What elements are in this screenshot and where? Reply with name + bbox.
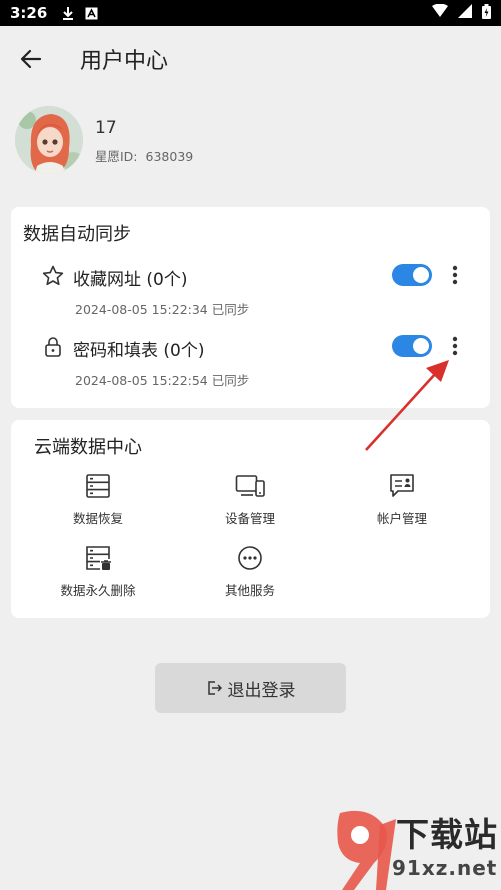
signal-icon — [458, 4, 472, 22]
app-notification-icon — [85, 7, 98, 20]
passwords-more-button[interactable] — [447, 334, 463, 358]
lock-icon — [45, 337, 61, 357]
download-icon — [61, 6, 75, 20]
sync-item-time: 2024-08-05 15:22:54 已同步 — [75, 373, 250, 388]
app-header: 用户中心 — [0, 26, 501, 90]
server-restore-icon — [86, 474, 110, 498]
account-card-icon — [390, 474, 414, 497]
cloud-card: 云端数据中心 数据恢复 设备管理 帐户管理 数据永久删除 其他服务 — [11, 420, 490, 618]
more-vertical-icon — [452, 336, 458, 356]
sync-item-label: 收藏网址 (0个) — [73, 270, 188, 290]
toggle-knob — [413, 338, 429, 354]
sync-item-time: 2024-08-05 15:22:34 已同步 — [75, 302, 250, 317]
favorites-more-button[interactable] — [447, 263, 463, 287]
passwords-sync-toggle[interactable] — [392, 335, 432, 357]
avatar[interactable] — [15, 106, 83, 174]
device-management-item[interactable]: 设备管理 — [190, 472, 310, 527]
device-management-label: 设备管理 — [224, 511, 275, 526]
sync-card-title: 数据自动同步 — [23, 224, 131, 245]
data-restore-item[interactable]: 数据恢复 — [38, 472, 158, 527]
sync-card: 数据自动同步 收藏网址 (0个) 2024-08-05 15:22:34 已同步… — [11, 207, 490, 408]
page-title: 用户中心 — [80, 49, 169, 74]
username: 17 — [95, 118, 117, 138]
other-services-label: 其他服务 — [224, 583, 275, 598]
logout-icon — [207, 681, 222, 695]
devices-icon — [235, 475, 265, 497]
account-management-item[interactable]: 帐户管理 — [342, 472, 462, 527]
toggle-knob — [413, 267, 429, 283]
sync-item-label: 密码和填表 (0个) — [73, 341, 205, 361]
cloud-card-title: 云端数据中心 — [34, 437, 142, 458]
star-icon — [42, 265, 64, 286]
favorites-sync-toggle[interactable] — [392, 264, 432, 286]
permanent-delete-item[interactable]: 数据永久删除 — [38, 544, 158, 599]
account-management-label: 帐户管理 — [376, 511, 427, 526]
logout-button[interactable]: 退出登录 — [155, 663, 346, 713]
star-id-label: 星愿ID: — [95, 149, 138, 164]
permanent-delete-label: 数据永久删除 — [60, 583, 136, 598]
more-circle-icon — [238, 546, 262, 570]
status-time: 3:26 — [10, 4, 48, 22]
logout-label: 退出登录 — [227, 680, 296, 701]
server-delete-icon — [86, 546, 111, 570]
star-id-value: 638039 — [145, 149, 194, 164]
watermark-url: 91xz.net — [392, 856, 498, 880]
data-restore-label: 数据恢复 — [72, 511, 123, 526]
battery-icon — [482, 3, 491, 23]
more-vertical-icon — [452, 265, 458, 285]
other-services-item[interactable]: 其他服务 — [190, 544, 310, 599]
user-profile: 17 星愿ID: 638039 — [15, 106, 485, 176]
back-button[interactable] — [18, 46, 44, 72]
wifi-icon — [432, 3, 448, 22]
star-id: 星愿ID: 638039 — [95, 146, 193, 165]
status-bar: 3:26 — [0, 0, 501, 26]
sync-item-passwords: 密码和填表 (0个) 2024-08-05 15:22:54 已同步 — [11, 335, 490, 395]
arrow-left-icon — [20, 49, 42, 69]
sync-item-favorites: 收藏网址 (0个) 2024-08-05 15:22:34 已同步 — [11, 264, 490, 324]
watermark-text: 下载站 — [396, 815, 498, 854]
